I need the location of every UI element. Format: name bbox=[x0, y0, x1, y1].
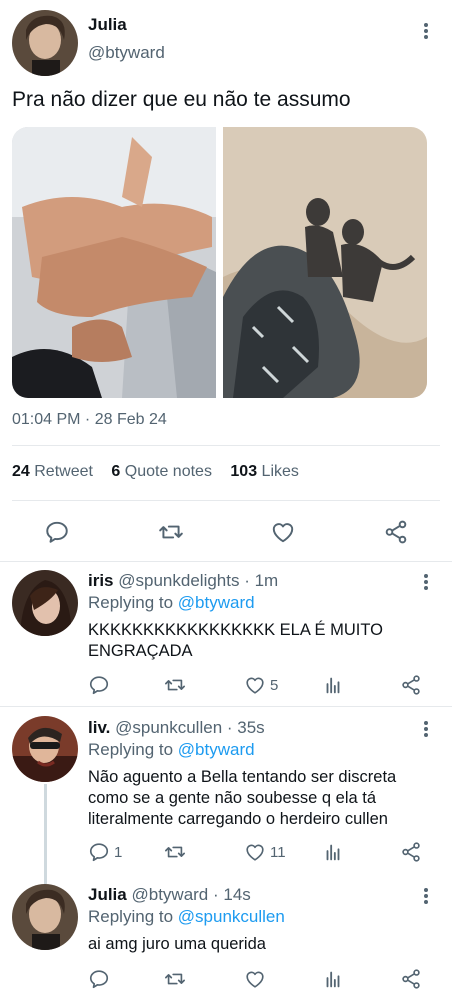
replying-to: Replying to @btyward bbox=[88, 593, 255, 612]
analytics-icon[interactable] bbox=[322, 841, 344, 863]
tweet-text: Pra não dizer que eu não te assumo bbox=[12, 88, 351, 111]
tweet-timestamp[interactable]: 01:04 PM · 28 Feb 24 bbox=[12, 411, 167, 429]
reply-icon[interactable] bbox=[44, 519, 70, 545]
reply-author[interactable]: iris @spunkdelights · 1m bbox=[88, 571, 278, 591]
more-options-icon[interactable] bbox=[419, 20, 433, 42]
reply-author[interactable]: Julia @btyward · 14s bbox=[88, 885, 251, 905]
analytics-icon[interactable] bbox=[322, 674, 344, 696]
tweet-stats: 24 Retweet 6 Quote notes 103 Likes bbox=[12, 463, 313, 481]
reply-text: KKKKKKKKKKKKKKKKK ELA É MUITO ENGRAÇADA bbox=[88, 621, 383, 660]
thread-line bbox=[44, 784, 47, 884]
like-icon[interactable] bbox=[270, 519, 296, 545]
separator bbox=[0, 561, 452, 562]
like-icon[interactable]: 11 bbox=[244, 841, 286, 863]
divider bbox=[12, 500, 440, 501]
mention-link[interactable]: @btyward bbox=[178, 740, 255, 759]
reply-icon[interactable] bbox=[88, 968, 114, 990]
photo-hands[interactable] bbox=[12, 127, 216, 398]
replying-to: Replying to @spunkcullen bbox=[88, 907, 285, 926]
reply-text: Não aguento a Bella tentando ser discret… bbox=[88, 768, 397, 828]
avatar[interactable] bbox=[12, 570, 78, 636]
divider bbox=[12, 445, 440, 446]
avatar[interactable] bbox=[12, 716, 78, 782]
analytics-icon[interactable] bbox=[322, 968, 344, 990]
share-icon[interactable] bbox=[400, 674, 422, 696]
like-icon[interactable]: 5 bbox=[244, 674, 278, 696]
reply-text: ai amg juro uma querida bbox=[88, 935, 266, 953]
mention-link[interactable]: @spunkcullen bbox=[178, 907, 285, 926]
more-options-icon[interactable] bbox=[419, 571, 433, 593]
reply-icon[interactable]: 1 bbox=[88, 841, 122, 863]
retweet-icon[interactable] bbox=[163, 674, 187, 696]
quote-stat[interactable]: 6 Quote notes bbox=[111, 463, 212, 480]
reply-icon[interactable] bbox=[88, 674, 114, 696]
share-icon[interactable] bbox=[383, 519, 409, 545]
retweet-icon[interactable] bbox=[163, 841, 187, 863]
author-handle[interactable]: @btyward bbox=[88, 43, 165, 63]
replying-to: Replying to @btyward bbox=[88, 740, 255, 759]
likes-stat[interactable]: 103 Likes bbox=[230, 463, 299, 480]
more-options-icon[interactable] bbox=[419, 718, 433, 740]
more-options-icon[interactable] bbox=[419, 885, 433, 907]
photo-beach-shadow[interactable] bbox=[223, 127, 427, 398]
share-icon[interactable] bbox=[400, 841, 422, 863]
avatar[interactable] bbox=[12, 884, 78, 950]
avatar[interactable] bbox=[12, 10, 78, 76]
retweet-stat[interactable]: 24 Retweet bbox=[12, 463, 93, 480]
retweet-icon[interactable] bbox=[163, 968, 187, 990]
tweet-actions bbox=[0, 513, 452, 553]
reply-author[interactable]: liv. @spunkcullen · 35s bbox=[88, 718, 265, 738]
separator bbox=[0, 706, 452, 707]
mention-link[interactable]: @btyward bbox=[178, 593, 255, 612]
retweet-icon[interactable] bbox=[157, 519, 185, 545]
author-name[interactable]: Julia bbox=[88, 15, 127, 35]
share-icon[interactable] bbox=[400, 968, 422, 990]
like-icon[interactable] bbox=[244, 968, 270, 990]
